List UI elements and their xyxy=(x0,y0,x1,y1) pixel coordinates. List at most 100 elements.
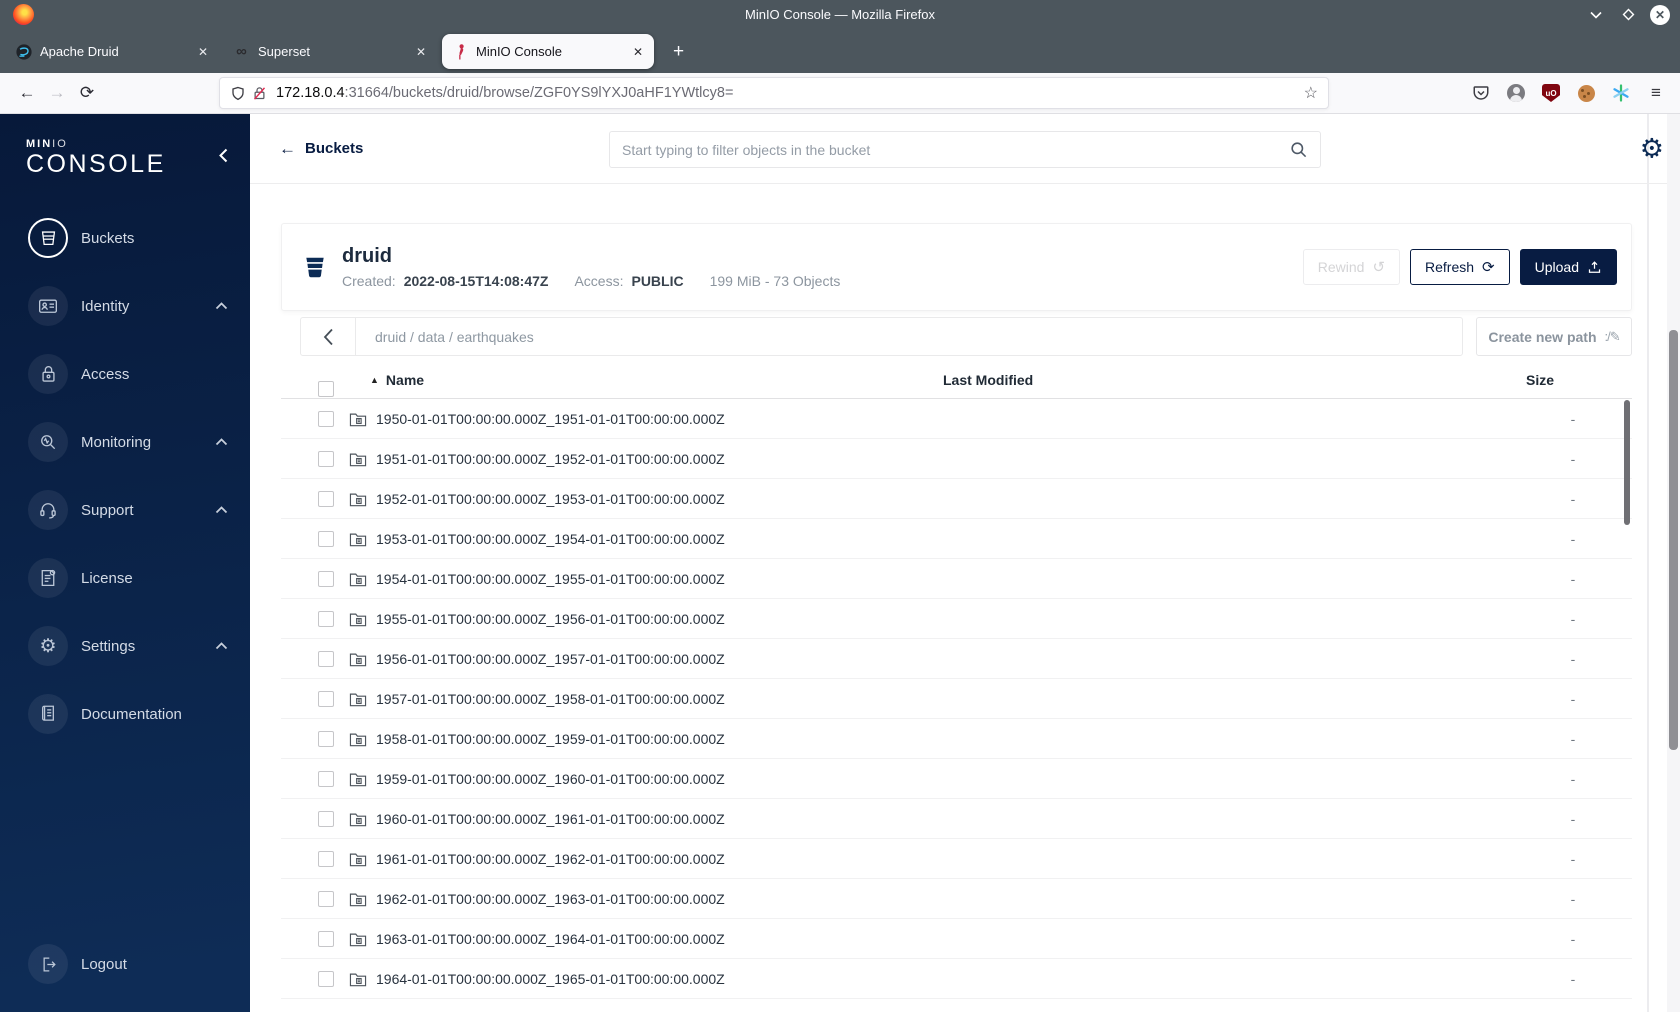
tab-minio-console[interactable]: MinIO Console ✕ xyxy=(442,34,654,69)
row-checkbox[interactable] xyxy=(318,490,334,507)
account-icon[interactable] xyxy=(1506,83,1526,103)
page-scrollbar-track[interactable] xyxy=(1667,114,1680,1012)
search-input[interactable] xyxy=(622,141,1289,158)
object-name[interactable]: 1950-01-01T00:00:00.000Z_1951-01-01T00:0… xyxy=(376,411,725,427)
sidebar-collapse-icon[interactable] xyxy=(219,148,228,163)
upload-button[interactable]: Upload xyxy=(1519,249,1617,285)
row-checkbox[interactable] xyxy=(318,530,334,547)
object-name[interactable]: 1959-01-01T00:00:00.000Z_1960-01-01T00:0… xyxy=(376,771,725,787)
object-name[interactable]: 1961-01-01T00:00:00.000Z_1962-01-01T00:0… xyxy=(376,851,725,867)
ublock-icon[interactable]: uO xyxy=(1541,83,1561,103)
row-checkbox[interactable] xyxy=(318,890,334,907)
breadcrumb-path[interactable]: druid / data / earthquakes xyxy=(375,329,534,345)
sidebar-item-buckets[interactable]: Buckets xyxy=(0,204,250,272)
maximize-icon[interactable] xyxy=(1618,5,1638,25)
table-row[interactable]: 1954-01-01T00:00:00.000Z_1955-01-01T00:0… xyxy=(281,559,1632,599)
row-checkbox[interactable] xyxy=(318,930,334,947)
table-row[interactable]: 1962-01-01T00:00:00.000Z_1963-01-01T00:0… xyxy=(281,879,1632,919)
sidebar-item-support[interactable]: Support xyxy=(0,476,250,544)
table-row[interactable]: 1953-01-01T00:00:00.000Z_1954-01-01T00:0… xyxy=(281,519,1632,559)
object-name[interactable]: 1964-01-01T00:00:00.000Z_1965-01-01T00:0… xyxy=(376,971,725,987)
insecure-lock-icon[interactable] xyxy=(252,85,267,102)
sidebar-item-settings[interactable]: ⚙ Settings xyxy=(0,612,250,680)
row-checkbox[interactable] xyxy=(318,970,334,987)
tab-close-icon[interactable]: ✕ xyxy=(196,45,210,59)
table-row[interactable]: 1952-01-01T00:00:00.000Z_1953-01-01T00:0… xyxy=(281,479,1632,519)
tab-apache-druid[interactable]: Apache Druid ✕ xyxy=(6,34,219,69)
table-row[interactable]: 1956-01-01T00:00:00.000Z_1957-01-01T00:0… xyxy=(281,639,1632,679)
refresh-button[interactable]: Refresh ⟳ xyxy=(1410,249,1510,285)
cookie-extension-icon[interactable] xyxy=(1576,83,1596,103)
tab-close-icon[interactable]: ✕ xyxy=(631,45,645,59)
back-to-buckets-link[interactable]: ← Buckets xyxy=(279,139,363,159)
tab-close-icon[interactable]: ✕ xyxy=(414,45,428,59)
object-name[interactable]: 1951-01-01T00:00:00.000Z_1952-01-01T00:0… xyxy=(376,451,725,467)
table-row[interactable]: 1963-01-01T00:00:00.000Z_1964-01-01T00:0… xyxy=(281,919,1632,959)
tab-superset[interactable]: ∞ Superset ✕ xyxy=(224,34,437,69)
object-name[interactable]: 1963-01-01T00:00:00.000Z_1964-01-01T00:0… xyxy=(376,931,725,947)
row-checkbox[interactable] xyxy=(318,570,334,587)
chevron-up-icon[interactable] xyxy=(215,506,228,514)
bookmark-star-icon[interactable]: ☆ xyxy=(1304,83,1318,103)
row-checkbox[interactable] xyxy=(318,410,334,427)
settings-gear-icon[interactable]: ⚙ xyxy=(1640,135,1664,162)
table-row[interactable]: 1961-01-01T00:00:00.000Z_1962-01-01T00:0… xyxy=(281,839,1632,879)
sidebar-item-identity[interactable]: Identity xyxy=(0,272,250,340)
close-icon[interactable]: ✕ xyxy=(1650,4,1670,25)
row-checkbox[interactable] xyxy=(318,690,334,707)
table-row[interactable]: 1950-01-01T00:00:00.000Z_1951-01-01T00:0… xyxy=(281,399,1632,439)
new-tab-button[interactable]: + xyxy=(665,41,692,63)
table-scrollbar-thumb[interactable] xyxy=(1624,400,1630,525)
column-last-modified[interactable]: Last Modified xyxy=(943,372,1033,388)
sidebar-item-documentation[interactable]: Documentation xyxy=(0,680,250,748)
object-name[interactable]: 1962-01-01T00:00:00.000Z_1963-01-01T00:0… xyxy=(376,891,725,907)
table-row[interactable]: 1958-01-01T00:00:00.000Z_1959-01-01T00:0… xyxy=(281,719,1632,759)
rewind-button[interactable]: Rewind ↺ xyxy=(1302,249,1401,285)
object-name[interactable]: 1954-01-01T00:00:00.000Z_1955-01-01T00:0… xyxy=(376,571,725,587)
row-checkbox[interactable] xyxy=(318,450,334,467)
object-name[interactable]: 1956-01-01T00:00:00.000Z_1957-01-01T00:0… xyxy=(376,651,725,667)
row-checkbox[interactable] xyxy=(318,730,334,747)
object-name[interactable]: 1955-01-01T00:00:00.000Z_1956-01-01T00:0… xyxy=(376,611,725,627)
pocket-icon[interactable] xyxy=(1471,83,1491,103)
object-name[interactable]: 1958-01-01T00:00:00.000Z_1959-01-01T00:0… xyxy=(376,731,725,747)
object-name[interactable]: 1960-01-01T00:00:00.000Z_1961-01-01T00:0… xyxy=(376,811,725,827)
row-checkbox[interactable] xyxy=(318,850,334,867)
chevron-up-icon[interactable] xyxy=(215,302,228,310)
chevron-up-icon[interactable] xyxy=(215,642,228,650)
breadcrumb-back-button[interactable] xyxy=(301,318,356,355)
forward-button[interactable]: → xyxy=(42,83,72,103)
url-bar[interactable]: 172.18.0.4:31664/buckets/druid/browse/ZG… xyxy=(219,77,1329,109)
url-text[interactable]: 172.18.0.4:31664/buckets/druid/browse/ZG… xyxy=(276,85,733,101)
table-row[interactable]: 1959-01-01T00:00:00.000Z_1960-01-01T00:0… xyxy=(281,759,1632,799)
object-name[interactable]: 1957-01-01T00:00:00.000Z_1958-01-01T00:0… xyxy=(376,691,725,707)
row-checkbox[interactable] xyxy=(318,770,334,787)
table-row[interactable]: 1951-01-01T00:00:00.000Z_1952-01-01T00:0… xyxy=(281,439,1632,479)
column-name[interactable]: ▲ Name xyxy=(370,372,424,388)
table-row[interactable]: 1964-01-01T00:00:00.000Z_1965-01-01T00:0… xyxy=(281,959,1632,999)
object-filter-searchbox[interactable] xyxy=(609,131,1321,168)
menu-icon[interactable]: ≡ xyxy=(1646,83,1666,103)
extension-asterisk-icon[interactable] xyxy=(1611,83,1631,103)
sort-ascending-icon[interactable]: ▲ xyxy=(370,375,379,385)
row-checkbox[interactable] xyxy=(318,810,334,827)
chevron-up-icon[interactable] xyxy=(215,438,228,446)
row-checkbox[interactable] xyxy=(318,650,334,667)
table-row[interactable]: 1960-01-01T00:00:00.000Z_1961-01-01T00:0… xyxy=(281,799,1632,839)
shield-icon[interactable] xyxy=(230,85,246,102)
object-name[interactable]: 1952-01-01T00:00:00.000Z_1953-01-01T00:0… xyxy=(376,491,725,507)
row-checkbox[interactable] xyxy=(318,610,334,627)
sidebar-item-license[interactable]: License xyxy=(0,544,250,612)
sidebar-item-logout[interactable]: Logout xyxy=(0,930,250,998)
select-all-checkbox[interactable] xyxy=(318,381,334,397)
page-scrollbar-thumb[interactable] xyxy=(1669,330,1678,750)
object-name[interactable]: 1953-01-01T00:00:00.000Z_1954-01-01T00:0… xyxy=(376,531,725,547)
back-button[interactable]: ← xyxy=(12,83,42,103)
reload-button[interactable]: ⟳ xyxy=(72,83,102,103)
sidebar-item-access[interactable]: Access xyxy=(0,340,250,408)
minimize-icon[interactable] xyxy=(1586,5,1606,25)
sidebar-item-monitoring[interactable]: Monitoring xyxy=(0,408,250,476)
column-size[interactable]: Size xyxy=(1526,372,1554,388)
table-row[interactable]: 1957-01-01T00:00:00.000Z_1958-01-01T00:0… xyxy=(281,679,1632,719)
create-new-path-button[interactable]: Create new path :/✎ xyxy=(1476,317,1632,356)
